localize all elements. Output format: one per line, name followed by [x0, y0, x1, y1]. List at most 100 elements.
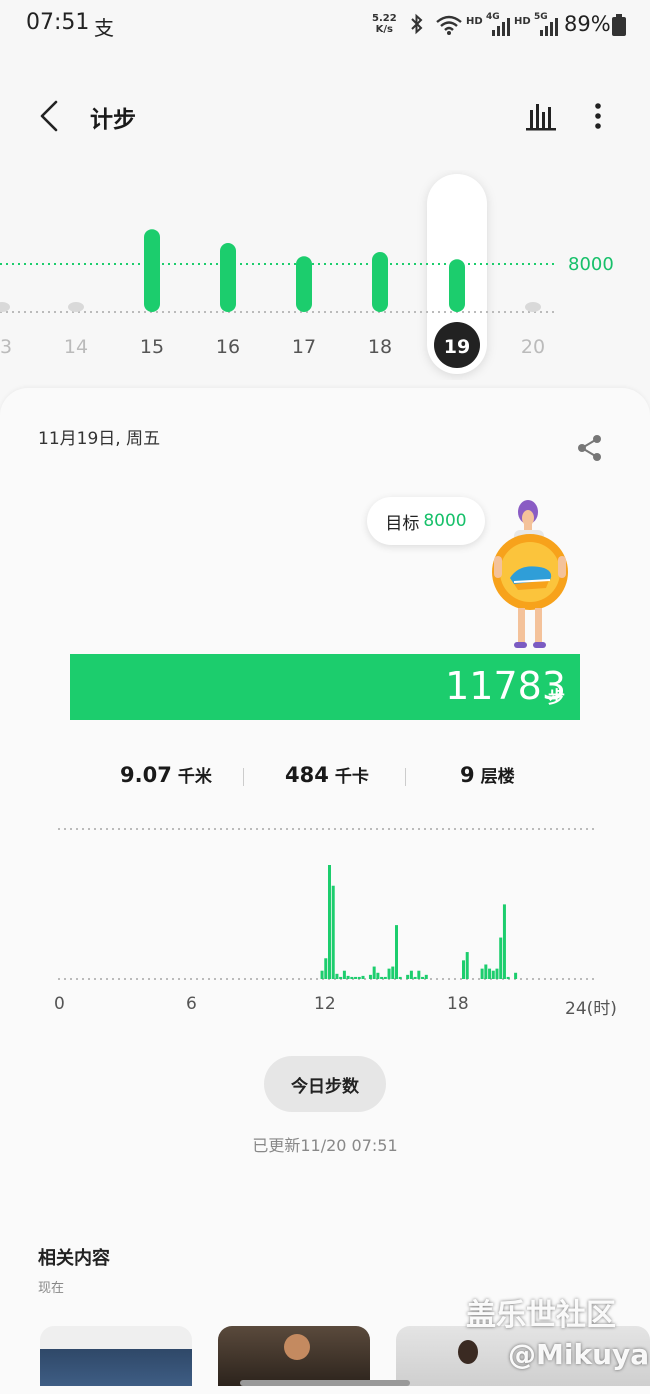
hourly-bar — [335, 973, 339, 979]
today-steps-button[interactable]: 今日步数 — [264, 1056, 386, 1112]
hd-label-2: HD — [514, 16, 531, 27]
hourly-bar — [421, 976, 425, 979]
hourly-bar — [339, 976, 343, 979]
day-label[interactable]: 17 — [274, 336, 334, 358]
back-arrow-icon[interactable] — [34, 98, 66, 134]
goal-achieved-illustration — [492, 500, 568, 648]
hourly-bar — [424, 974, 428, 979]
weekly-bar[interactable] — [449, 259, 465, 312]
calorie-stat: 484 千卡 — [285, 762, 369, 787]
hourly-bar — [488, 968, 492, 979]
hourly-bar — [417, 970, 421, 979]
related-card-thumbnail[interactable] — [40, 1326, 192, 1386]
hourly-bar — [380, 976, 384, 979]
hourly-bar — [346, 975, 350, 979]
network-speed: 5.22 K/s — [372, 13, 397, 35]
weekly-bar[interactable] — [0, 302, 10, 312]
weekly-bar[interactable] — [525, 302, 541, 312]
hourly-bar — [372, 966, 376, 979]
floors-unit: 层楼 — [480, 767, 515, 787]
distance-value: 9.07 — [120, 763, 172, 787]
hourly-bar — [357, 976, 361, 979]
weekly-bar[interactable] — [372, 252, 388, 312]
page-title: 计步 — [90, 107, 136, 133]
hourly-bar — [484, 964, 488, 979]
date-text: 11月19日, 周五 — [38, 429, 161, 449]
network-speed-value: 5.22 — [372, 13, 397, 24]
person-head — [284, 1334, 310, 1360]
goal-line-label: 8000 — [568, 254, 614, 275]
goal-prefix: 目标 — [385, 513, 420, 534]
hour-label: 18 — [447, 994, 469, 1014]
hourly-bar — [502, 904, 506, 979]
hourly-bar — [462, 960, 465, 979]
distance-unit: 千米 — [177, 767, 212, 787]
signal-5g: 5G — [534, 12, 558, 36]
hourly-bar — [387, 968, 391, 979]
more-vertical-icon[interactable] — [588, 100, 608, 134]
related-subtitle: 现在 — [38, 1281, 65, 1296]
day-label[interactable]: 16 — [198, 336, 258, 358]
home-indicator[interactable] — [240, 1380, 410, 1386]
watermark-line1: 盖乐世社区 — [466, 1298, 616, 1333]
day-label[interactable]: 15 — [122, 336, 182, 358]
weekly-bar[interactable] — [220, 243, 236, 312]
hourly-bar — [320, 970, 324, 979]
weekly-bar[interactable] — [296, 256, 312, 312]
hourly-bar — [376, 972, 380, 979]
day-label[interactable]: 3 — [0, 336, 36, 358]
updated-time: 已更新11/20 07:51 — [252, 1136, 398, 1155]
weekly-bar[interactable] — [144, 229, 160, 312]
hourly-bar — [480, 968, 484, 979]
hourly-bar — [350, 976, 354, 979]
network-speed-unit: K/s — [375, 24, 394, 35]
hourly-bar — [514, 972, 518, 979]
hourly-bar — [465, 952, 469, 979]
pay-notification-icon: 支 — [94, 16, 114, 40]
hd-label-1: HD — [466, 16, 483, 27]
hourly-bar — [383, 976, 387, 979]
share-icon[interactable] — [576, 433, 604, 463]
distance-stat: 9.07 千米 — [120, 762, 212, 787]
hourly-bar — [395, 925, 398, 979]
bar-chart-icon[interactable] — [524, 100, 558, 132]
hourly-bar — [354, 976, 358, 979]
day-label-selected[interactable]: 19 — [427, 336, 487, 358]
floors-stat: 9 层楼 — [460, 762, 515, 787]
hourly-bar — [331, 885, 335, 979]
hourly-bar — [391, 966, 395, 979]
stat-divider — [405, 768, 406, 786]
wifi-icon — [436, 15, 462, 35]
battery-icon — [612, 14, 626, 36]
hourly-bar — [398, 976, 402, 979]
signal-4g: 4G — [486, 12, 510, 36]
hour-label: 24(时) — [565, 999, 617, 1019]
goal-value: 8000 — [423, 511, 467, 531]
hourly-bar — [361, 975, 365, 979]
hourly-bar — [324, 958, 328, 979]
hourly-bar — [495, 968, 499, 979]
goal-bubble: 目标 8000 — [367, 497, 485, 545]
signal-bars-icon — [540, 18, 558, 36]
status-time: 07:51 — [26, 10, 90, 35]
step-unit: 步 — [548, 688, 565, 708]
bluetooth-icon — [411, 13, 423, 35]
related-title: 相关内容 — [38, 1248, 110, 1269]
battery-percent: 89% — [564, 12, 611, 36]
hour-label: 12 — [314, 994, 336, 1014]
hourly-bar — [328, 865, 331, 979]
hourly-bar — [491, 970, 495, 979]
hour-label: 0 — [54, 994, 65, 1014]
day-label[interactable]: 18 — [350, 336, 410, 358]
hourly-bar — [368, 974, 372, 979]
hourly-bar — [499, 937, 503, 979]
hourly-bar — [342, 970, 346, 979]
hourly-bar — [506, 976, 510, 979]
hourly-steps-chart[interactable] — [56, 820, 596, 985]
related-card-thumbnail[interactable] — [218, 1326, 370, 1386]
calorie-unit: 千卡 — [334, 767, 369, 787]
hourly-bar — [413, 976, 417, 979]
day-label[interactable]: 14 — [46, 336, 106, 358]
weekly-bar[interactable] — [68, 302, 84, 312]
day-label[interactable]: 20 — [503, 336, 563, 358]
